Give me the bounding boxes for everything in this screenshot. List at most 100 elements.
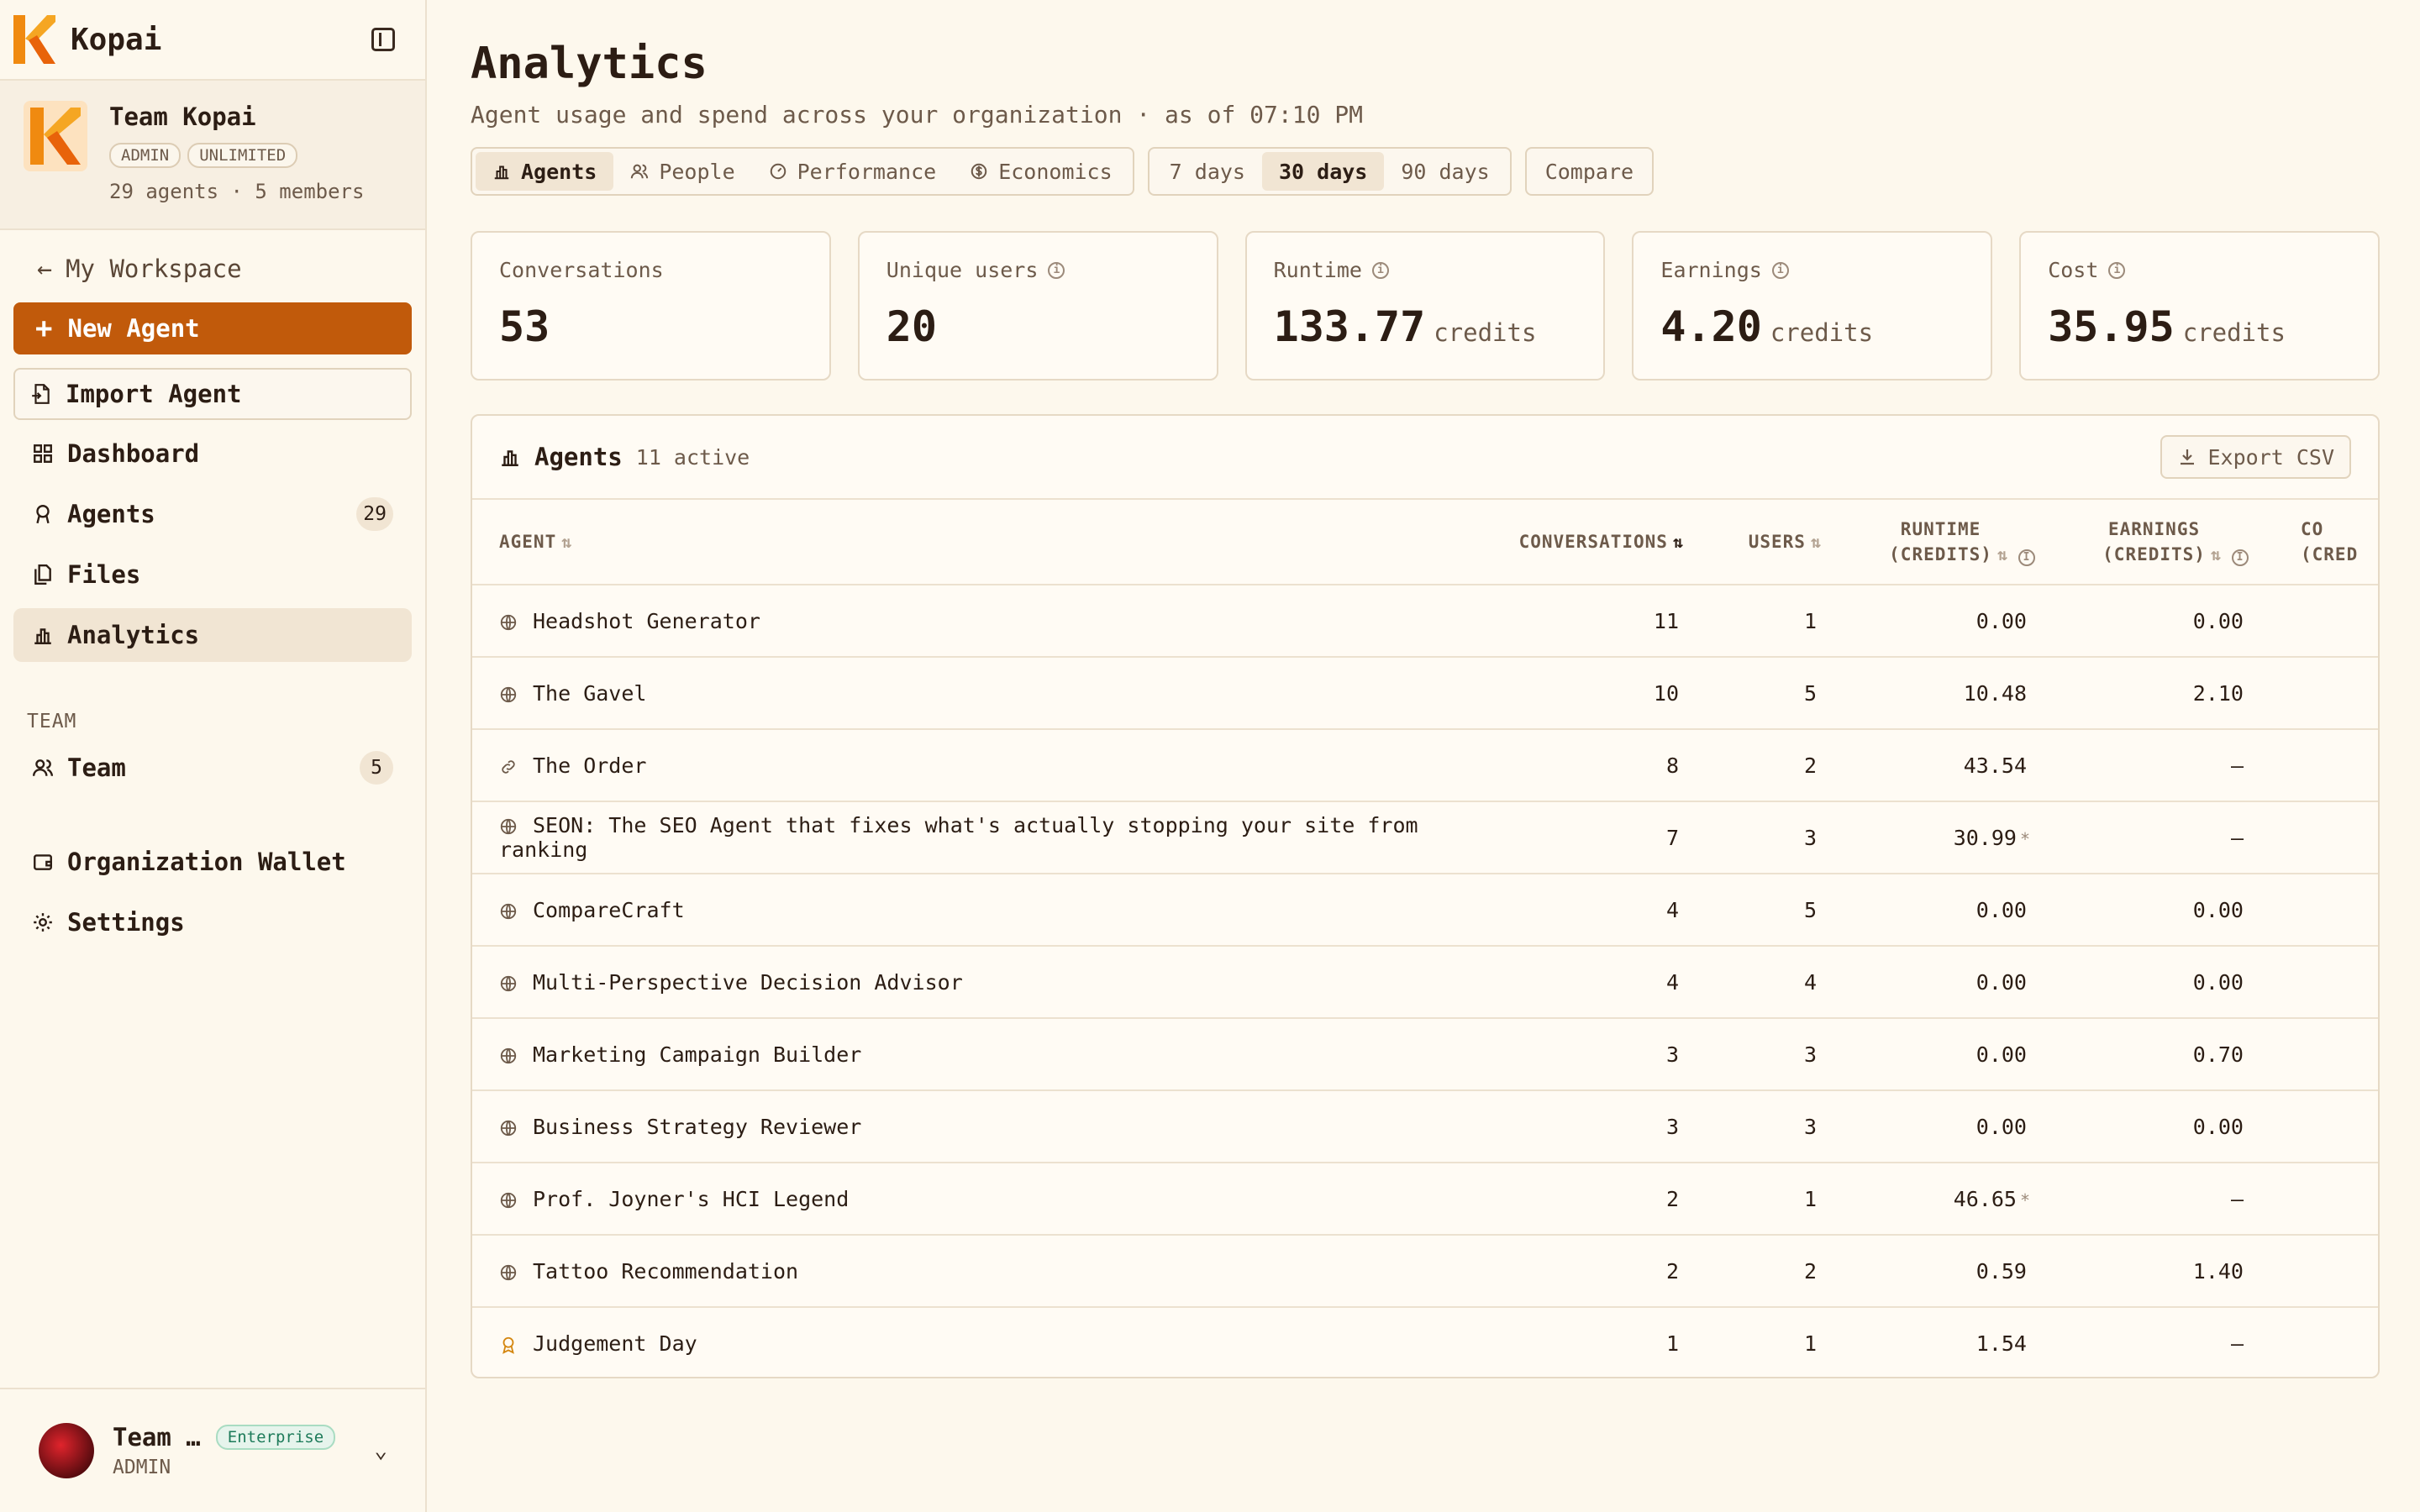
stat-label: Runtime [1273,258,1362,282]
user-menu[interactable]: Team … Enterprise ADMIN ⌄ [0,1388,426,1512]
column-runtime[interactable]: RUNTIME (CREDITS) ⇅ i [1840,500,2054,585]
team-count-badge: 5 [360,751,393,785]
cell-runtime: 1.54 [1840,1307,2054,1377]
info-icon[interactable]: i [2232,549,2249,566]
tab-agents[interactable]: Agents [476,152,614,191]
estimate-marker: * [2019,1189,2030,1210]
range-90-days[interactable]: 90 days [1384,152,1506,191]
table-row[interactable]: The Gavel 10 5 10.48 2.10 [472,657,2378,730]
cell-agent[interactable]: Multi-Perspective Decision Advisor [472,946,1497,1019]
sidebar-toggle-icon[interactable] [371,28,395,51]
cell-users: 3 [1702,801,1840,874]
sidebar-item-team[interactable]: Team 5 [13,741,412,795]
table-row[interactable]: CompareCraft 4 5 0.00 0.00 [472,874,2378,947]
stat-value: 133.77 [1273,302,1426,351]
tab-economics[interactable]: Economics [953,152,1128,191]
cell-runtime: 0.00 [1840,1090,2054,1163]
bar-chart-icon [34,628,51,644]
cell-agent[interactable]: SEON: The SEO Agent that fixes what's ac… [472,801,1497,874]
table-row[interactable]: Marketing Campaign Builder 3 3 0.00 0.70 [472,1018,2378,1091]
table-row[interactable]: SEON: The SEO Agent that fixes what's ac… [472,801,2378,874]
sidebar-item-label: Team [67,753,126,782]
cell-cost [2267,1235,2378,1308]
files-icon [34,564,51,585]
cell-cost [2267,729,2378,802]
globe-icon [500,686,517,702]
info-icon[interactable]: i [2108,261,2126,279]
table-row[interactable]: The Order 8 2 43.54 — [472,729,2378,802]
range-7-days[interactable]: 7 days [1153,152,1262,191]
globe-icon [500,1264,517,1280]
table-title: Agents [534,443,623,471]
info-icon[interactable]: i [2018,549,2035,566]
globe-icon [500,818,517,835]
range-30-days[interactable]: 30 days [1261,152,1385,191]
back-link-label: My Workspace [66,255,242,283]
cell-agent[interactable]: Headshot Generator [472,585,1497,658]
tab-performance[interactable]: Performance [752,152,954,191]
info-icon[interactable]: i [1371,261,1389,279]
runtime-value: 1.54 [1975,1331,2027,1356]
sidebar-item-agents[interactable]: Agents 29 [13,487,412,541]
agent-name: Prof. Joyner's HCI Legend [533,1186,850,1211]
new-agent-button[interactable]: + New Agent [13,302,412,354]
info-icon[interactable]: i [1771,261,1789,279]
table-row[interactable]: Business Strategy Reviewer 3 3 0.00 0.00 [472,1090,2378,1163]
compare-button[interactable]: Compare [1524,147,1655,196]
table-row[interactable]: Multi-Perspective Decision Advisor 4 4 0.00… [472,946,2378,1019]
tab-people[interactable]: People [613,152,751,191]
column-users[interactable]: USERS ⇅ [1702,500,1840,585]
chevron-down-icon[interactable]: ⌄ [374,1438,387,1463]
cell-conversations: 3 [1497,1090,1702,1163]
team-card[interactable]: Team Kopai ADMIN UNLIMITED 29 agents · 5… [0,81,425,230]
sidebar-item-label: Agents [67,500,155,528]
cell-users: 1 [1702,585,1840,658]
download-icon [2181,449,2195,465]
column-cost[interactable]: CO (CRED [2267,500,2378,585]
cell-conversations: 10 [1497,657,1702,730]
export-csv-button[interactable]: Export CSV [2160,435,2351,479]
stat-card-runtime: Runtime i 133.77 credits [1244,231,1606,381]
arrow-left-icon: ← [37,254,53,284]
cell-earnings: 0.00 [2054,946,2267,1019]
runtime-value: 0.00 [1975,969,2027,995]
import-agent-button[interactable]: Import Agent [13,368,412,420]
stat-unit: credits [2182,318,2286,347]
stat-value: 20 [886,302,938,351]
sidebar-item-dashboard[interactable]: Dashboard [13,427,412,480]
cell-agent[interactable]: Prof. Joyner's HCI Legend [472,1163,1497,1236]
cell-agent[interactable]: The Order [472,729,1497,802]
stat-value: 35.95 [2048,302,2175,351]
column-conversations[interactable]: CONVERSATIONS ⇅ [1497,500,1702,585]
cell-earnings: — [2054,1163,2267,1236]
stat-label: Cost [2048,258,2099,282]
cell-agent[interactable]: Marketing Campaign Builder [472,1018,1497,1091]
column-label-unit: (CREDITS) [2102,544,2206,564]
cell-agent[interactable]: Judgement Day [472,1307,1497,1377]
column-agent[interactable]: AGENT ⇅ [472,500,1497,585]
back-to-workspace-link[interactable]: ← My Workspace [13,247,412,291]
cell-cost [2267,874,2378,947]
sidebar-item-analytics[interactable]: Analytics [13,608,412,662]
table-row[interactable]: Prof. Joyner's HCI Legend 2 1 46.65 * — [472,1163,2378,1236]
cell-agent[interactable]: Business Strategy Reviewer [472,1090,1497,1163]
table-row[interactable]: Judgement Day 1 1 1.54 — [472,1307,2378,1377]
gauge-icon [770,163,786,180]
cell-agent[interactable]: CompareCraft [472,874,1497,947]
app-root: Kopai Team Kopai ADMIN UNLIMITED 29 agen… [0,0,2420,1512]
cell-agent[interactable]: The Gavel [472,657,1497,730]
sidebar-item-files[interactable]: Files [13,548,412,601]
team-meta: 29 agents · 5 members [109,180,365,203]
cell-agent[interactable]: Tattoo Recommendation [472,1235,1497,1308]
tab-label: Performance [797,159,937,184]
info-icon[interactable]: i [1048,261,1065,279]
table-header-row: AGENT ⇅ CONVERSATIONS ⇅ USERS ⇅ RUNTIME (CRE… [472,500,2378,585]
table-row[interactable]: Headshot Generator 11 1 0.00 0.00 [472,585,2378,658]
stat-unit: credits [1434,318,1537,347]
table-row[interactable]: Tattoo Recommendation 2 2 0.59 1.40 [472,1235,2378,1308]
column-earnings[interactable]: EARNINGS (CREDITS) ⇅ i [2054,500,2267,585]
users-icon [631,164,649,179]
cell-users: 2 [1702,1235,1840,1308]
sidebar-item-settings[interactable]: Settings [13,895,412,949]
sidebar-item-wallet[interactable]: Organization Wallet [13,835,412,889]
